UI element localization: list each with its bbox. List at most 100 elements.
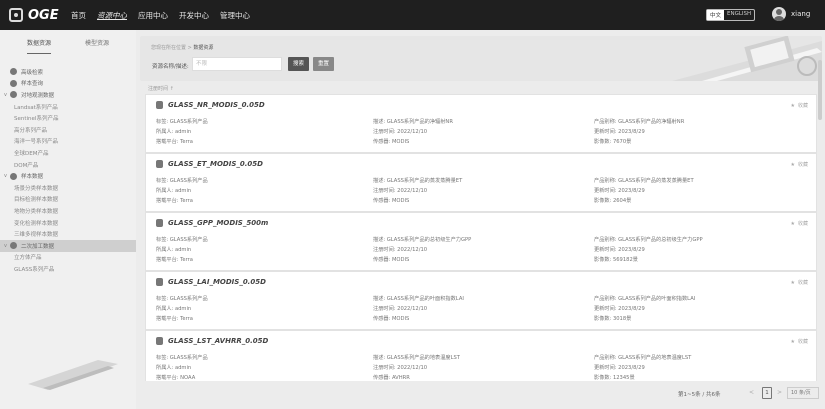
page-1-button[interactable]: 1: [762, 387, 772, 399]
favorite-button[interactable]: ★ 收藏: [791, 220, 809, 227]
search-input[interactable]: 不限: [192, 57, 282, 71]
tab-data-resources[interactable]: 数据资源: [26, 38, 51, 54]
reset-button[interactable]: 重置: [313, 57, 334, 71]
sidebar-item-label: 二次加工数据: [21, 243, 55, 250]
product-title-text[interactable]: GLASS_ET_MODIS_0.05D: [168, 160, 263, 168]
product-platform: 搭载平台: Terra: [156, 198, 193, 204]
favorite-button[interactable]: ★ 收藏: [791, 102, 809, 109]
product-sensor: 传感器: AVHRR: [373, 375, 410, 381]
product-title-text[interactable]: GLASS_LST_AVHRR_0.05D: [168, 337, 268, 345]
sidebar-item[interactable]: DOM产品: [0, 159, 136, 171]
avatar: [772, 7, 786, 21]
sidebar-item[interactable]: 全球DEM产品: [0, 147, 136, 159]
prev-page-button[interactable]: <: [749, 389, 754, 396]
nav-resource-center[interactable]: 资源中心: [97, 10, 127, 21]
nav-admin-center[interactable]: 管理中心: [220, 10, 250, 21]
sidebar-item[interactable]: 场景分类样本数据: [0, 182, 136, 194]
chevron-down-icon: v: [4, 91, 7, 98]
sidebar-item[interactable]: v 二次加工数据: [0, 239, 136, 252]
product-title[interactable]: GLASS_LST_AVHRR_0.05D: [156, 337, 268, 345]
product-updated: 更新时间: 2023/8/29: [594, 247, 645, 253]
product-title-text[interactable]: GLASS_LAI_MODIS_0.05D: [168, 278, 266, 286]
sidebar-decoration: [28, 360, 118, 390]
sidebar-item[interactable]: Sentinel系列产品: [0, 112, 136, 124]
next-page-button[interactable]: >: [777, 389, 782, 396]
product-updated: 更新时间: 2023/8/29: [594, 365, 645, 371]
product-count: 影像数: 7670景: [594, 139, 632, 145]
chevron-down-icon: v: [4, 173, 7, 180]
sidebar-item[interactable]: 高级检索: [0, 66, 136, 78]
product-card[interactable]: GLASS_NR_MODIS_0.05D ★ 收藏 标签: GLASS系列产品 所属人:…: [145, 94, 817, 153]
product-card[interactable]: GLASS_GPP_MODIS_500m ★ 收藏标签: GLASS系列产品 所属人:…: [145, 212, 817, 271]
nav-dev-center[interactable]: 开发中心: [179, 10, 209, 21]
product-owner: 所属人: admin: [156, 247, 192, 253]
sidebar-item[interactable]: 变化检测样本数据: [0, 217, 136, 229]
sidebar-item[interactable]: 目标检测样本数据: [0, 194, 136, 206]
product-owner: 所属人: admin: [156, 306, 192, 312]
sidebar-item-label: Sentinel系列产品: [14, 116, 59, 123]
sidebar-item[interactable]: v 样本数据: [0, 170, 136, 182]
sidebar-item[interactable]: v 对地观测数据: [0, 89, 136, 101]
breadcrumb-current[interactable]: 数据资源: [193, 45, 213, 51]
sidebar-item[interactable]: 三维多视样本数据: [0, 228, 136, 240]
sidebar-item[interactable]: 立方体产品: [0, 252, 136, 264]
product-title[interactable]: GLASS_LAI_MODIS_0.05D: [156, 278, 266, 286]
favorite-button[interactable]: ★ 收藏: [791, 279, 809, 286]
product-count: 影像数: 569182景: [594, 257, 638, 263]
product-list: GLASS_NR_MODIS_0.05D ★ 收藏 标签: GLASS系列产品 所属人:…: [145, 94, 817, 381]
product-sensor: 传感器: MODIS: [373, 198, 410, 204]
product-title[interactable]: GLASS_GPP_MODIS_500m: [156, 219, 268, 227]
product-tag: 标签: GLASS系列产品: [156, 355, 208, 361]
product-desc: 描述: GLASS系列产品的叶面积指数LAI: [373, 296, 464, 302]
product-title[interactable]: GLASS_ET_MODIS_0.05D: [156, 160, 263, 168]
page-size-select[interactable]: 10 条/页: [787, 387, 819, 399]
gear-icon: [10, 242, 17, 250]
product-desc: 描述: GLASS系列产品的净辐射NR: [373, 119, 453, 125]
product-card[interactable]: GLASS_LAI_MODIS_0.05D ★ 收藏 标签: GLASS系列产品 所属人…: [145, 271, 817, 330]
gear-icon: [10, 91, 17, 99]
sidebar: 数据资源 模型资源 高级检索 样本查询 v 对地观测数据 Landsat系列产品 Sent…: [0, 30, 136, 409]
sidebar-item-label: 样本数据: [21, 174, 44, 181]
product-card[interactable]: GLASS_ET_MODIS_0.05D ★ 收藏 标签: GLASS系列产品 所属人:…: [145, 153, 817, 212]
sidebar-item[interactable]: GLASS系列产品: [0, 263, 136, 275]
sidebar-item[interactable]: Landsat系列产品: [0, 101, 136, 113]
favorite-label: 收藏: [797, 221, 808, 227]
sidebar-item[interactable]: 样本查询: [0, 78, 136, 90]
product-sensor: 传感器: MODIS: [373, 139, 410, 145]
product-platform: 搭载平台: Terra: [156, 316, 193, 322]
sidebar-item-label: 全球DEM产品: [14, 150, 49, 157]
favorite-button[interactable]: ★ 收藏: [791, 161, 809, 168]
sort-by-register-time[interactable]: 注册时间 ↑: [148, 85, 174, 92]
sidebar-item[interactable]: 地物分类样本数据: [0, 205, 136, 217]
favorite-button[interactable]: ★ 收藏: [791, 338, 809, 345]
sidebar-item[interactable]: 高分系列产品: [0, 124, 136, 136]
product-tag: 标签: GLASS系列产品: [156, 237, 208, 243]
product-title[interactable]: GLASS_NR_MODIS_0.05D: [156, 101, 265, 109]
logo[interactable]: OGE: [9, 8, 59, 23]
sidebar-item[interactable]: 海洋一号系列产品: [0, 136, 136, 148]
nav-home[interactable]: 首页: [71, 10, 86, 21]
lang-en[interactable]: ENGLISH: [724, 10, 754, 20]
header-decoration: [672, 36, 822, 81]
pagination: 第1~5条 / 共6条 < 1 > 10 条/页: [140, 384, 822, 406]
scrollbar[interactable]: [818, 60, 822, 120]
product-desc: 描述: GLASS系列产品的总初级生产力GPP: [373, 237, 472, 243]
gear-icon: [10, 172, 17, 180]
user-menu[interactable]: xiang: [772, 7, 810, 21]
product-title-text[interactable]: GLASS_NR_MODIS_0.05D: [168, 101, 265, 109]
search-header: 您现在所在位置 > 数据资源 资源名称/描述: 不限 搜索 重置: [140, 36, 822, 81]
gear-icon: [10, 79, 17, 87]
product-card[interactable]: GLASS_LST_AVHRR_0.05D ★ 收藏 标签: GLASS系列产品 所属人…: [145, 330, 817, 381]
product-desc: 描述: GLASS系列产品的地表温度LST: [373, 355, 460, 361]
product-title-text[interactable]: GLASS_GPP_MODIS_500m: [168, 219, 268, 227]
language-switch[interactable]: 中文 ENGLISH: [706, 9, 756, 21]
product-product: 产品别称: GLASS系列产品的蒸发蒸腾量ET: [594, 178, 694, 184]
nav-app-center[interactable]: 应用中心: [138, 10, 168, 21]
sidebar-item-label: 对地观测数据: [21, 92, 55, 99]
product-sensor: 传感器: MODIS: [373, 257, 410, 263]
tab-model-resources[interactable]: 模型资源: [85, 38, 109, 54]
product-reg: 注册时间: 2022/12/10: [373, 129, 428, 135]
lang-zh[interactable]: 中文: [707, 10, 725, 20]
search-button[interactable]: 搜索: [288, 57, 309, 71]
favorite-label: 收藏: [797, 162, 808, 168]
